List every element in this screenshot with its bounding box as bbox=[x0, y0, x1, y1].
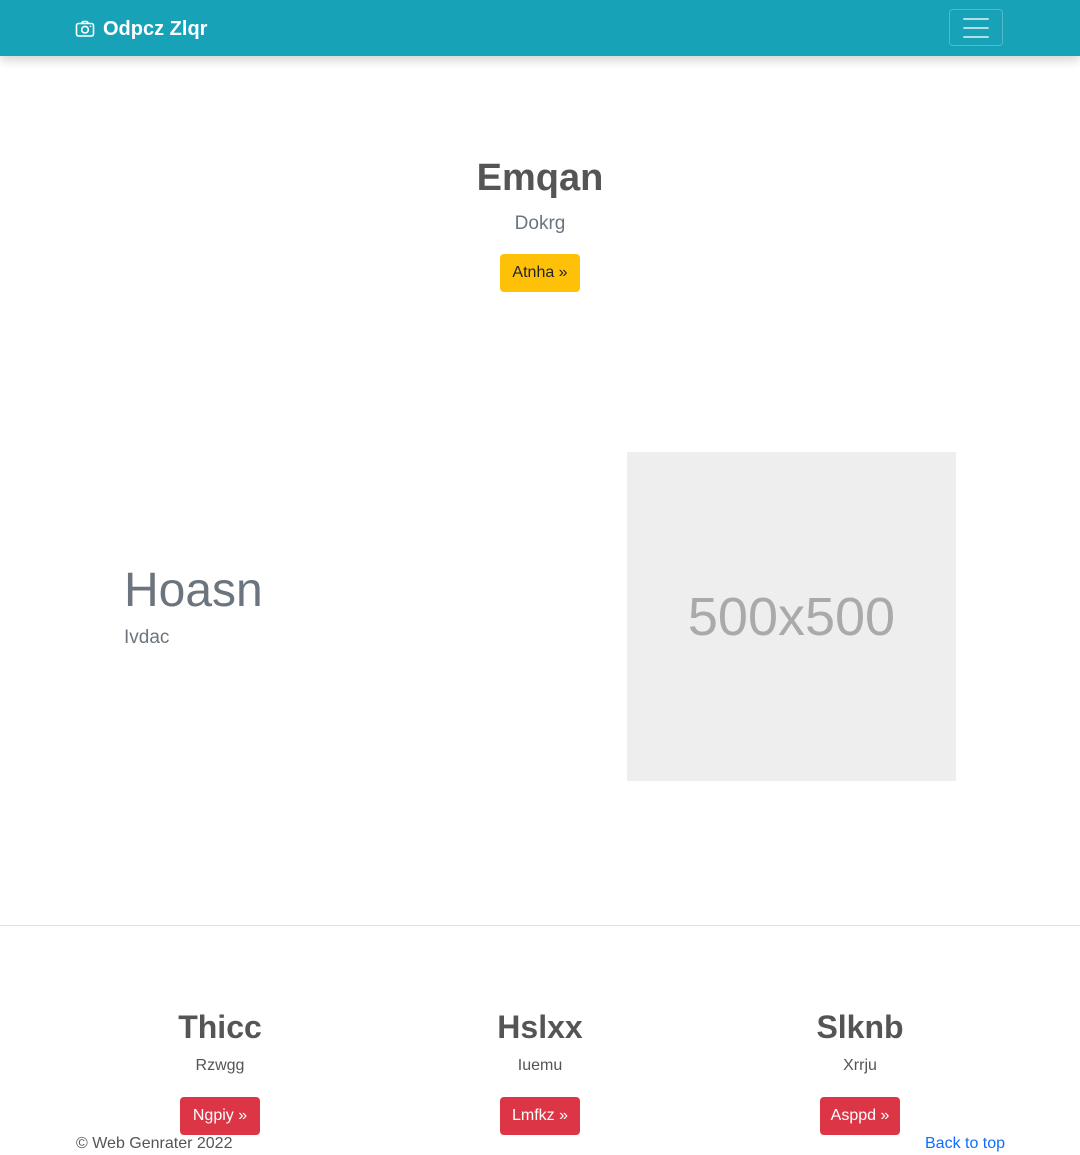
column-3: Slknb Xrrju Asppd » bbox=[700, 1005, 1020, 1135]
hamburger-menu-icon bbox=[963, 17, 989, 38]
image-placeholder-label: 500x500 bbox=[687, 586, 896, 647]
camera-icon bbox=[75, 19, 95, 39]
column-button[interactable]: Ngpiy » bbox=[180, 1097, 260, 1135]
back-to-top-link[interactable]: Back to top bbox=[925, 1134, 1005, 1154]
column-subtitle: Xrrju bbox=[843, 1057, 877, 1074]
navbar-toggler-button[interactable] bbox=[949, 9, 1003, 46]
column-button[interactable]: Lmfkz » bbox=[500, 1097, 580, 1135]
image-placeholder: 500x500 bbox=[627, 452, 956, 781]
hero-subtitle: Dokrg bbox=[514, 213, 566, 234]
brand-text: Odpcz Zlqr bbox=[103, 17, 208, 40]
column-1: Thicc Rzwgg Ngpiy » bbox=[60, 1005, 380, 1135]
column-2: Hslxx Iuemu Lmfkz » bbox=[380, 1005, 700, 1135]
column-title: Slknb bbox=[816, 1009, 904, 1045]
feature-title: Hoasn bbox=[124, 564, 263, 617]
section-divider bbox=[0, 925, 1080, 926]
column-title: Thicc bbox=[178, 1009, 262, 1045]
navbar: Odpcz Zlqr bbox=[0, 0, 1080, 56]
column-subtitle: Rzwgg bbox=[195, 1057, 245, 1074]
column-title: Hslxx bbox=[497, 1009, 583, 1045]
feature-subtitle: Ivdac bbox=[124, 627, 170, 648]
column-subtitle: Iuemu bbox=[517, 1057, 563, 1074]
hero-title: Emqan bbox=[476, 157, 604, 199]
brand-link[interactable]: Odpcz Zlqr bbox=[75, 16, 207, 42]
footer-copyright: © Web Genrater 2022 bbox=[76, 1135, 233, 1152]
column-button[interactable]: Asppd » bbox=[820, 1097, 900, 1135]
hero-button[interactable]: Atnha » bbox=[500, 254, 580, 292]
